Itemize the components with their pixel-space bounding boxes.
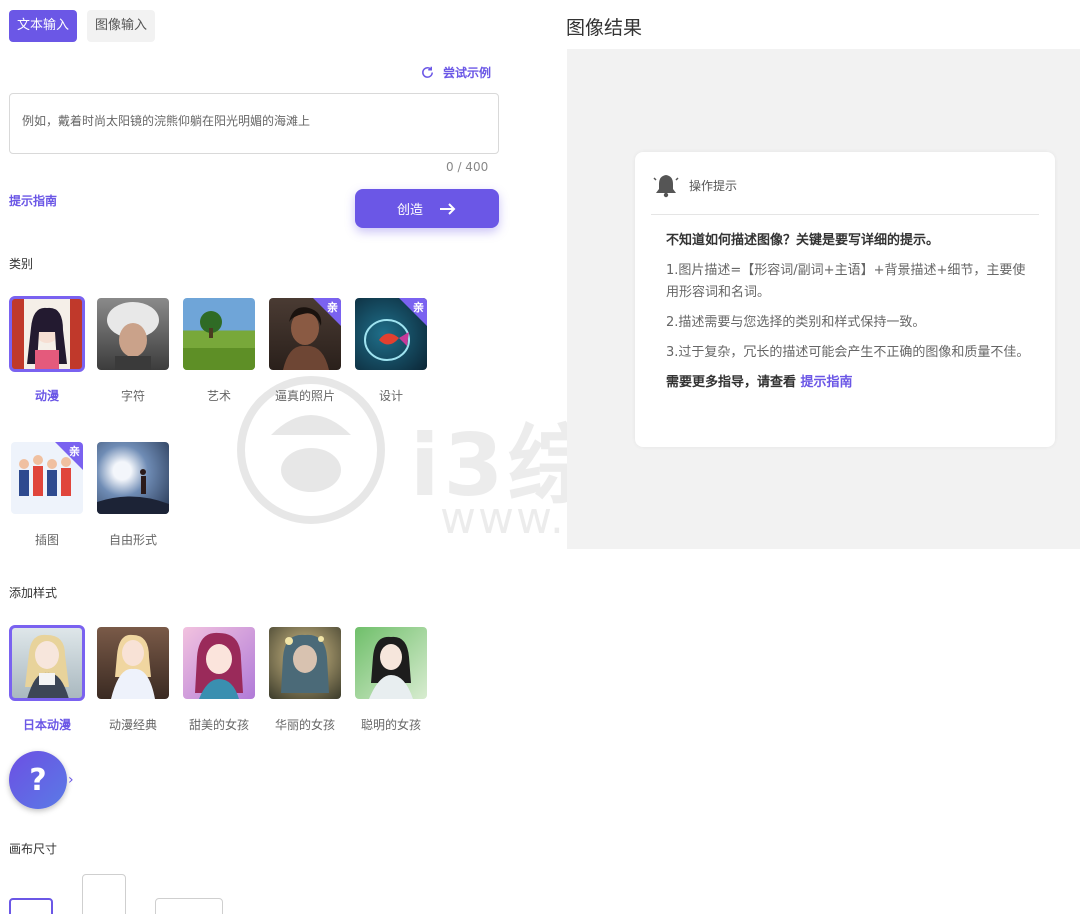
- tip-guide-link[interactable]: 提示指南: [801, 375, 853, 390]
- canvas-option-portrait[interactable]: [82, 874, 126, 914]
- char-counter: 0 / 400: [446, 160, 489, 174]
- pro-badge-label: 亲: [69, 445, 80, 458]
- help-button[interactable]: ?: [9, 751, 67, 809]
- style-item-anime-classic[interactable]: 动漫经典: [97, 627, 169, 735]
- style-label: 聪明的女孩: [360, 718, 421, 732]
- freeform-thumbnail: [97, 442, 169, 514]
- category-item-freeform[interactable]: 自由形式: [97, 442, 169, 550]
- illustration-thumbnail: 亲: [11, 442, 83, 514]
- canvas-size-title: 画布尺寸: [9, 842, 58, 856]
- category-label: 自由形式: [108, 533, 157, 547]
- category-label: 动漫: [34, 389, 59, 403]
- arrow-right-icon: [440, 202, 456, 215]
- tip-more-guidance: 需要更多指导，请查看 提示指南: [666, 372, 1036, 394]
- tips-body: 不知道如何描述图像？关键是要写详细的提示。 1.图片描述=【形容词/副词+主语】…: [666, 230, 1036, 394]
- try-example-label: 尝试示例: [443, 66, 492, 80]
- sweet-girl-thumbnail: [183, 627, 255, 699]
- category-title: 类别: [9, 257, 34, 271]
- question-icon: ?: [29, 762, 47, 798]
- category-label: 逼真的照片: [274, 389, 335, 403]
- prompt-input[interactable]: 例如，戴着时尚太阳镜的浣熊仰躺在阳光明媚的海滩上: [9, 93, 499, 154]
- style-label: 日本动漫: [22, 718, 71, 732]
- refresh-icon: [422, 66, 433, 78]
- character-thumbnail: [97, 298, 169, 370]
- style-item-japanese-anime[interactable]: 日本动漫: [9, 625, 85, 735]
- category-item-illustration[interactable]: 亲 插图: [11, 442, 83, 550]
- tips-card: 操作提示 不知道如何描述图像？关键是要写详细的提示。 1.图片描述=【形容词/副…: [635, 152, 1055, 447]
- style-label: 华丽的女孩: [274, 718, 335, 732]
- tips-header-label: 操作提示: [689, 178, 738, 193]
- style-item-gorgeous-girl[interactable]: 华丽的女孩: [269, 627, 341, 735]
- style-item-smart-girl[interactable]: 聪明的女孩: [355, 627, 427, 735]
- anime-thumbnail: [9, 296, 85, 372]
- art-thumbnail: [183, 298, 255, 370]
- tip-more-prefix: 需要更多指导，请查看: [666, 375, 801, 390]
- tab-image-input[interactable]: 图像输入: [87, 10, 156, 42]
- category-item-character[interactable]: 字符: [97, 298, 169, 406]
- result-title: 图像结果: [566, 17, 643, 39]
- create-button-label: 创造: [396, 203, 423, 218]
- chevron-right-icon[interactable]: ›: [68, 772, 74, 788]
- realistic-photo-thumbnail: 亲: [269, 298, 341, 370]
- tip-item: 2.描述需要与您选择的类别和样式保持一致。: [666, 315, 926, 330]
- canvas-option-landscape[interactable]: [155, 898, 223, 914]
- category-label: 字符: [120, 389, 145, 403]
- tips-divider: [651, 214, 1039, 215]
- tip-item: 1.图片描述=【形容词/副词+主语】+背景描述+细节，主要使用形容词和名词。: [666, 263, 1026, 300]
- pro-badge-label: 亲: [413, 301, 424, 314]
- category-item-anime[interactable]: 动漫: [9, 296, 85, 406]
- tip-item: 3.过于复杂，冗长的描述可能会产生不正确的图像和质量不佳。: [666, 345, 1030, 360]
- style-title: 添加样式: [9, 586, 58, 600]
- create-button[interactable]: 创造: [355, 189, 499, 228]
- smart-girl-thumbnail: [355, 627, 427, 699]
- tip-question: 不知道如何描述图像？关键是要写详细的提示。: [666, 233, 940, 248]
- style-item-sweet-girl[interactable]: 甜美的女孩: [183, 627, 255, 735]
- category-label: 艺术: [206, 389, 231, 403]
- pro-badge-label: 亲: [327, 301, 338, 314]
- japanese-anime-thumbnail: [9, 625, 85, 701]
- category-item-design[interactable]: 亲 设计: [355, 298, 427, 406]
- try-example-link[interactable]: 尝试示例: [420, 64, 491, 81]
- category-item-realistic-photo[interactable]: 亲 逼真的照片: [269, 298, 341, 406]
- canvas-option-square[interactable]: [9, 898, 53, 914]
- tips-header: 操作提示: [653, 172, 737, 198]
- design-thumbnail: 亲: [355, 298, 427, 370]
- bell-icon: [653, 175, 679, 198]
- gorgeous-girl-thumbnail: [269, 627, 341, 699]
- category-item-art[interactable]: 艺术: [183, 298, 255, 406]
- prompt-guide-link[interactable]: 提示指南: [9, 192, 57, 209]
- style-label: 动漫经典: [108, 718, 157, 732]
- style-label: 甜美的女孩: [188, 718, 249, 732]
- tab-text-input[interactable]: 文本输入: [9, 10, 78, 42]
- anime-classic-thumbnail: [97, 627, 169, 699]
- category-label: 插图: [34, 533, 59, 547]
